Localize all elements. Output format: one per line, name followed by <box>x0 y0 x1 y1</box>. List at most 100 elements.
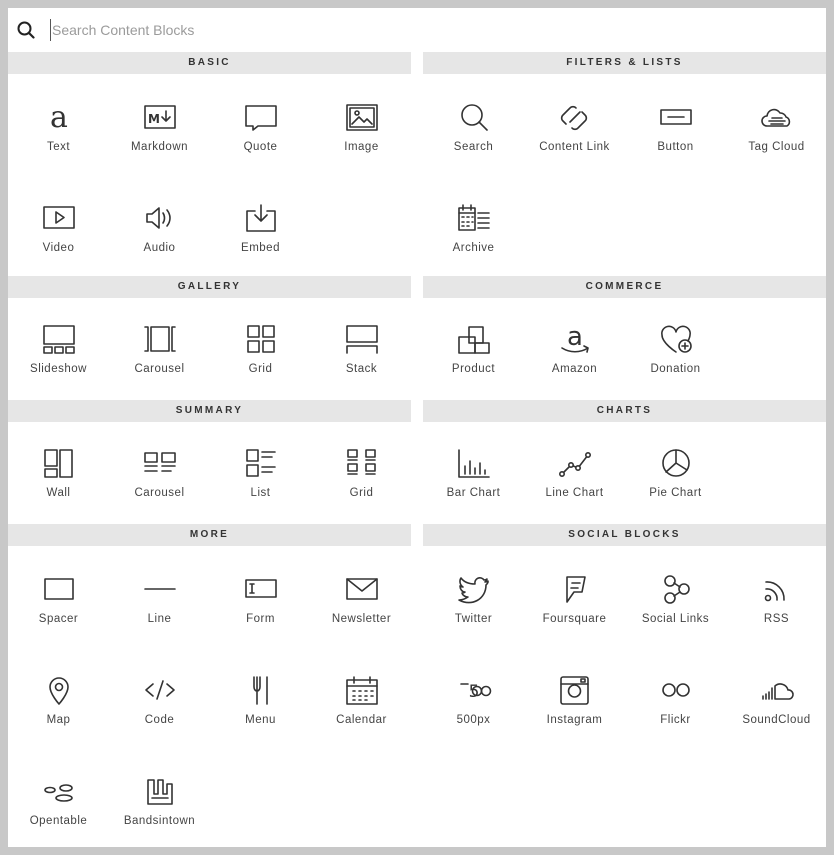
block-tile-500px[interactable]: 5 500px <box>423 647 524 748</box>
500px-icon: 5 <box>457 675 491 705</box>
block-label: Line <box>147 613 172 625</box>
block-tile-list[interactable]: List <box>210 422 311 524</box>
block-tile-audio[interactable]: Audio <box>109 175 210 276</box>
block-tile-instagram[interactable]: Instagram <box>524 647 625 748</box>
block-tile-spacer[interactable]: Spacer <box>8 546 109 647</box>
block-tile-donation[interactable]: Donation <box>625 298 726 400</box>
block-label: Map <box>46 714 71 726</box>
block-label: Video <box>42 242 75 254</box>
spacer-icon <box>42 574 76 604</box>
search-input[interactable] <box>50 19 752 41</box>
block-tile-button[interactable]: Button <box>625 74 726 175</box>
image-icon <box>345 102 379 132</box>
section-header-basic: BASIC <box>8 52 411 74</box>
stack-icon <box>345 324 379 354</box>
block-label: Markdown <box>130 141 189 153</box>
block-tile-code[interactable]: Code <box>109 647 210 748</box>
block-tile-form[interactable]: Form <box>210 546 311 647</box>
block-grid-gallery: Slideshow Carousel Grid Stack <box>8 298 411 400</box>
block-tile-newsletter[interactable]: Newsletter <box>311 546 412 647</box>
block-label: Stack <box>345 363 378 375</box>
block-tile-carousel[interactable]: Carousel <box>109 298 210 400</box>
summary-grid-icon <box>345 448 379 478</box>
block-label: Wall <box>46 487 71 499</box>
block-tile-amazon[interactable]: a Amazon <box>524 298 625 400</box>
block-label: Line Chart <box>545 487 604 499</box>
block-label: Text <box>46 141 71 153</box>
block-label: Grid <box>248 363 273 375</box>
content-link-icon <box>558 102 592 132</box>
block-grid-filters: Search Content Link Button Tag Cloud Archive <box>423 74 826 276</box>
section-basic: BASIC a Text M Markdown Quote Image Video Audio E… <box>8 52 411 276</box>
block-tile-product[interactable]: Product <box>423 298 524 400</box>
block-tile-image[interactable]: Image <box>311 74 412 175</box>
block-tile-social-links[interactable]: Social Links <box>625 546 726 647</box>
block-tile-map[interactable]: Map <box>8 647 109 748</box>
block-tile-opentable[interactable]: Opentable <box>8 748 109 847</box>
block-label: Amazon <box>551 363 598 375</box>
tag-cloud-icon <box>760 102 794 132</box>
menu-fork-icon <box>244 675 278 705</box>
block-tile-tag-cloud[interactable]: Tag Cloud <box>726 74 826 175</box>
section-charts: CHARTS Bar Chart Line Chart Pie Chart <box>423 400 826 524</box>
section-social: SOCIAL BLOCKS Twitter Foursquare Social Lin… <box>423 524 826 748</box>
block-tile-line-chart[interactable]: Line Chart <box>524 422 625 524</box>
block-tile-carousel[interactable]: Carousel <box>109 422 210 524</box>
block-tile-bandsintown[interactable]: Bandsintown <box>109 748 210 847</box>
text-icon: a <box>42 100 76 135</box>
block-label: Slideshow <box>30 363 87 375</box>
block-tile-twitter[interactable]: Twitter <box>423 546 524 647</box>
block-tile-calendar[interactable]: Calendar <box>311 647 412 748</box>
block-tile-grid[interactable]: Grid <box>311 422 412 524</box>
block-tile-grid[interactable]: Grid <box>210 298 311 400</box>
block-tile-embed[interactable]: Embed <box>210 175 311 276</box>
block-tile-foursquare[interactable]: Foursquare <box>524 546 625 647</box>
block-tile-text[interactable]: a Text <box>8 74 109 175</box>
svg-text:M: M <box>148 112 160 126</box>
social-links-icon <box>659 574 693 604</box>
block-tile-line[interactable]: Line <box>109 546 210 647</box>
block-label: Grid <box>349 487 374 499</box>
block-label: Pie Chart <box>649 487 702 499</box>
block-label: Image <box>344 141 379 153</box>
block-tile-soundcloud[interactable]: SoundCloud <box>726 647 826 748</box>
block-label: RSS <box>763 613 790 625</box>
newsletter-icon <box>345 574 379 604</box>
block-tile-bar-chart[interactable]: Bar Chart <box>423 422 524 524</box>
slideshow-icon <box>42 324 76 354</box>
section-header-commerce: COMMERCE <box>423 276 826 298</box>
section-header-charts: CHARTS <box>423 400 826 422</box>
section-header-gallery: GALLERY <box>8 276 411 298</box>
block-tile-archive[interactable]: Archive <box>423 175 524 276</box>
wall-icon <box>42 448 76 478</box>
block-tile-search[interactable]: Search <box>423 74 524 175</box>
soundcloud-icon <box>760 675 794 705</box>
block-label: SoundCloud <box>742 714 811 726</box>
left-column: BASIC a Text M Markdown Quote Image Video Audio E… <box>8 52 411 847</box>
block-label: 500px <box>456 714 491 726</box>
block-tile-rss[interactable]: RSS <box>726 546 826 647</box>
block-label: Quote <box>243 141 278 153</box>
block-tile-slideshow[interactable]: Slideshow <box>8 298 109 400</box>
block-tile-content-link[interactable]: Content Link <box>524 74 625 175</box>
block-label: Twitter <box>454 613 493 625</box>
block-label: Bandsintown <box>123 815 196 827</box>
block-tile-stack[interactable]: Stack <box>311 298 412 400</box>
block-tile-markdown[interactable]: M Markdown <box>109 74 210 175</box>
block-label: Search <box>453 141 494 153</box>
block-grid-basic: a Text M Markdown Quote Image Video Audio Embed <box>8 74 411 276</box>
button-icon <box>659 102 693 132</box>
product-icon <box>457 324 491 354</box>
block-tile-pie-chart[interactable]: Pie Chart <box>625 422 726 524</box>
block-tile-wall[interactable]: Wall <box>8 422 109 524</box>
block-tile-flickr[interactable]: Flickr <box>625 647 726 748</box>
content-blocks-panel: BASIC a Text M Markdown Quote Image Video Audio E… <box>8 8 826 847</box>
block-tile-menu[interactable]: Menu <box>210 647 311 748</box>
block-grid-social: Twitter Foursquare Social Links RSS 5 500px In… <box>423 546 826 748</box>
flickr-icon <box>659 675 693 705</box>
block-label: Opentable <box>29 815 88 827</box>
amazon-icon: a <box>558 322 592 354</box>
block-tile-video[interactable]: Video <box>8 175 109 276</box>
block-tile-quote[interactable]: Quote <box>210 74 311 175</box>
block-label: Form <box>246 613 275 625</box>
